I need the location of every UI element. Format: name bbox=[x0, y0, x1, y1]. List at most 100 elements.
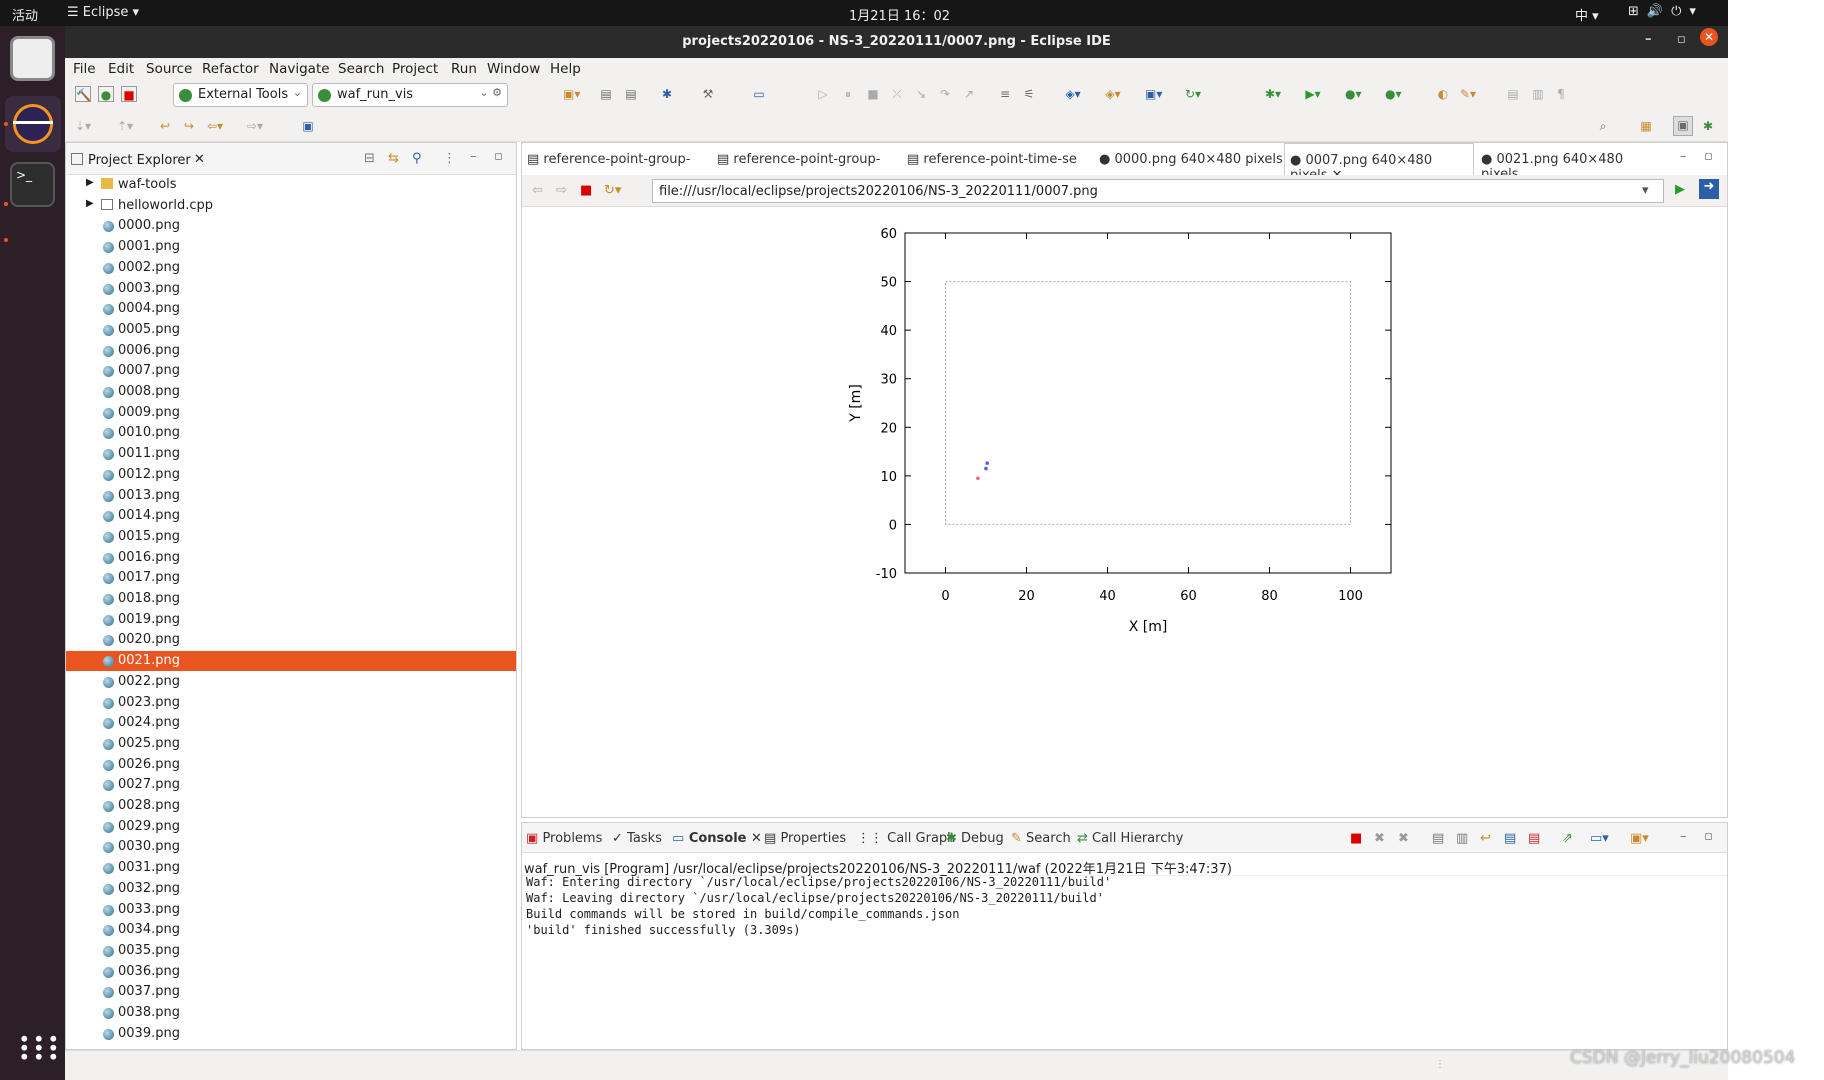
new-icon[interactable]: ▣▾ bbox=[563, 86, 580, 102]
debug-bug-icon[interactable]: ✱▾ bbox=[1265, 86, 1281, 102]
tree-item[interactable]: 0026.png bbox=[66, 755, 516, 775]
tree-item[interactable]: 0021.png bbox=[66, 651, 516, 672]
debug-perspective-icon[interactable]: ✱ bbox=[1700, 118, 1716, 134]
display-console-icon[interactable]: ▭▾ bbox=[1590, 831, 1609, 846]
chevron-down-icon[interactable]: ▾ bbox=[1642, 183, 1649, 198]
tree-item[interactable]: 0034.png bbox=[66, 920, 516, 940]
tree-item[interactable]: 0001.png bbox=[66, 237, 516, 257]
files-app-icon[interactable] bbox=[10, 36, 55, 81]
search-tool-icon[interactable]: ✎▾ bbox=[1460, 86, 1476, 102]
forward-icon[interactable]: ⇨ bbox=[556, 183, 567, 198]
close-icon[interactable]: ✕ bbox=[1700, 28, 1718, 46]
menu-file[interactable]: File bbox=[73, 61, 96, 77]
clock[interactable]: 1月21日 16：02 bbox=[849, 5, 950, 24]
system-status-icons[interactable]: ⊞🔊⏻▾ bbox=[1628, 4, 1704, 19]
maximize-icon[interactable]: ▫ bbox=[1677, 32, 1686, 47]
search-icon[interactable]: ⌕ bbox=[1595, 118, 1611, 134]
new-folder-icon[interactable]: ◈▾ bbox=[1105, 86, 1121, 102]
tree-item[interactable]: 0004.png bbox=[66, 299, 516, 319]
word-wrap-icon[interactable]: ↩ bbox=[1480, 831, 1491, 846]
tab-call-graph[interactable]: ⋮⋮ Call Graph bbox=[857, 831, 955, 846]
tree-item[interactable]: 0030.png bbox=[66, 837, 516, 857]
open-console-icon[interactable]: ▣▾ bbox=[1630, 831, 1649, 846]
tree-item[interactable]: 0027.png bbox=[66, 775, 516, 795]
tree-item[interactable]: 0013.png bbox=[66, 486, 516, 506]
last-edit-icon[interactable]: ↩ bbox=[157, 118, 173, 134]
cast-icon[interactable]: ▭ bbox=[751, 86, 767, 102]
tab-problems[interactable]: ▣ Problems bbox=[526, 831, 602, 846]
tree-item[interactable]: 0009.png bbox=[66, 403, 516, 423]
tree-item[interactable]: ▶ waf-tools bbox=[66, 175, 516, 195]
tree-item[interactable]: 0005.png bbox=[66, 320, 516, 340]
coverage-icon[interactable]: ●▾ bbox=[1345, 86, 1362, 102]
maximize-icon[interactable]: ▫ bbox=[1704, 149, 1713, 164]
remove-launch-icon[interactable]: ✖ bbox=[1374, 831, 1385, 846]
url-input[interactable]: file:///usr/local/eclipse/projects202201… bbox=[652, 179, 1664, 203]
external-tools-combo[interactable]: External Tools ⌄ bbox=[173, 83, 308, 107]
tree-item[interactable]: 0037.png bbox=[66, 982, 516, 1002]
run-icon[interactable]: ▶▾ bbox=[1305, 86, 1321, 102]
launch-config-combo[interactable]: waf_run_vis ⌄ ⚙ bbox=[312, 83, 508, 107]
pin-console-icon[interactable]: ⇗ bbox=[1562, 831, 1573, 846]
filter-icon[interactable]: ⚲ bbox=[412, 151, 422, 166]
minimize-icon[interactable]: – bbox=[470, 149, 477, 164]
tree-item[interactable]: 0032.png bbox=[66, 879, 516, 899]
tree-item[interactable]: 0020.png bbox=[66, 630, 516, 650]
next-annotation-icon[interactable]: ⇣▾ bbox=[75, 118, 91, 134]
back-icon[interactable]: ⇦▾ bbox=[207, 118, 223, 134]
activities-button[interactable]: 活动 bbox=[12, 5, 38, 24]
tree-item[interactable]: 0035.png bbox=[66, 941, 516, 961]
view-menu-icon[interactable]: ⋮ bbox=[443, 151, 456, 166]
editor-tab[interactable]: ● 0000.png 640×480 pixels bbox=[1094, 143, 1284, 175]
minimize-icon[interactable]: – bbox=[1680, 829, 1687, 844]
tree-item[interactable]: 0011.png bbox=[66, 444, 516, 464]
tree-item[interactable]: 0014.png bbox=[66, 506, 516, 526]
editor-tab[interactable]: ▤ reference-point-group- bbox=[712, 143, 902, 175]
step-into-icon[interactable]: ↘ bbox=[913, 86, 929, 102]
new-class-icon[interactable]: ◈▾ bbox=[1065, 86, 1081, 102]
close-icon[interactable]: ✕ bbox=[751, 831, 762, 846]
save-icon[interactable]: ▤ bbox=[598, 86, 614, 102]
menu-run[interactable]: Run bbox=[451, 61, 477, 77]
terminate-icon[interactable]: ■ bbox=[1350, 831, 1362, 846]
back-icon[interactable]: ⇦ bbox=[532, 183, 543, 198]
menu-refactor[interactable]: Refactor bbox=[202, 61, 259, 77]
tab-tasks[interactable]: ✓ Tasks bbox=[612, 831, 662, 846]
link-editor-icon[interactable]: ⇆ bbox=[388, 151, 399, 166]
show-whitespace-icon[interactable]: ¶ bbox=[1553, 86, 1569, 102]
tab-properties[interactable]: ▤ Properties bbox=[764, 831, 846, 846]
tree-item[interactable]: 0012.png bbox=[66, 465, 516, 485]
clear-console-icon[interactable]: ▤ bbox=[1432, 831, 1444, 846]
tree-item[interactable]: 0025.png bbox=[66, 734, 516, 754]
next-edit-icon[interactable]: ↪ bbox=[181, 118, 197, 134]
menu-source[interactable]: Source bbox=[146, 61, 192, 77]
tree-item[interactable]: 0023.png bbox=[66, 693, 516, 713]
tree-item[interactable]: 0003.png bbox=[66, 279, 516, 299]
tree-item[interactable]: 0017.png bbox=[66, 568, 516, 588]
stop-build-icon[interactable]: ■ bbox=[121, 86, 137, 102]
outline-icon[interactable]: ≡ bbox=[997, 86, 1013, 102]
suspend-icon[interactable]: ⏸ bbox=[840, 86, 856, 102]
maximize-icon[interactable]: ▫ bbox=[494, 149, 503, 164]
build-icon[interactable]: 🔨 bbox=[75, 86, 91, 102]
tree-item[interactable]: 0006.png bbox=[66, 341, 516, 361]
step-icon[interactable]: ▷ bbox=[815, 86, 831, 102]
refresh-icon[interactable]: ↻▾ bbox=[604, 183, 621, 198]
pin-editor-icon[interactable]: ▣ bbox=[300, 118, 316, 134]
remove-all-icon[interactable]: ✖ bbox=[1398, 831, 1409, 846]
tab-debug[interactable]: ✱ Debug bbox=[946, 831, 1004, 846]
stop-icon[interactable]: ■ bbox=[580, 183, 592, 198]
terminate-icon[interactable]: ■ bbox=[865, 86, 881, 102]
expand-arrow-icon[interactable]: ▶ bbox=[86, 177, 94, 188]
eclipse-app-icon[interactable] bbox=[5, 96, 61, 152]
menu-search[interactable]: Search bbox=[338, 61, 384, 77]
project-explorer-tab[interactable]: Project Explorer ✕ ⊟ ⇆ ⚲ ⋮ – ▫ bbox=[66, 143, 516, 175]
maximize-icon[interactable]: ▫ bbox=[1704, 829, 1713, 844]
tree-item[interactable]: 0000.png bbox=[66, 216, 516, 236]
tree-item[interactable]: 0010.png bbox=[66, 423, 516, 443]
tree-item[interactable]: 0038.png bbox=[66, 1003, 516, 1023]
editor-tab-active[interactable]: ● 0007.png 640×480 pixels ✕ bbox=[1284, 143, 1474, 183]
scroll-lock-icon[interactable]: ▥ bbox=[1456, 831, 1468, 846]
show-on-error-icon[interactable]: ▤ bbox=[1528, 831, 1540, 846]
open-type-icon[interactable]: ◐ bbox=[1435, 86, 1451, 102]
